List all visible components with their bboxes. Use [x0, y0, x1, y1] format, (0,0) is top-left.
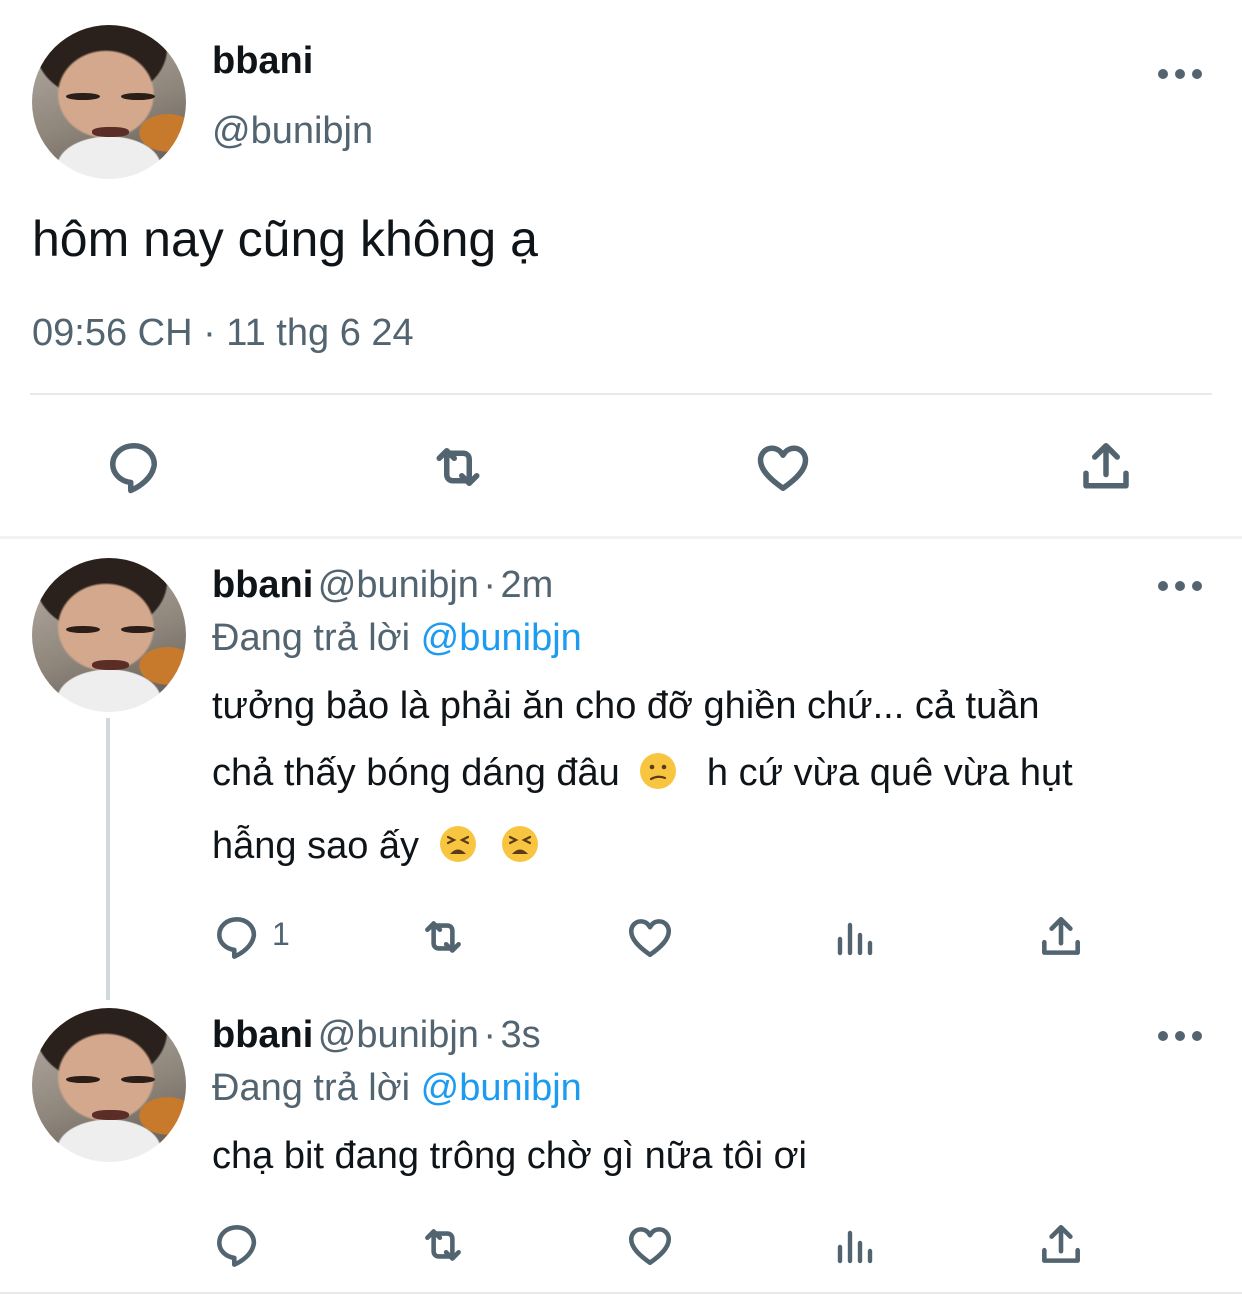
timestamp[interactable]: 09:56 CH · 11 thg 6 24 [32, 312, 414, 355]
reply-header: bbani @bunibjn · 3s [212, 1014, 541, 1057]
text-line: tưởng bảo là phải ăn cho đỡ ghiền chứ...… [212, 685, 1040, 727]
tired-face-icon [500, 819, 540, 886]
like-icon[interactable] [624, 912, 676, 962]
display-name[interactable]: bbani [212, 40, 313, 83]
reply-text: tưởng bảo là phải ăn cho đỡ ghiền chứ...… [212, 673, 1212, 886]
display-name[interactable]: bbani [212, 1014, 313, 1056]
divider [0, 536, 1242, 539]
text-line: chả thấy bóng dáng đâu h cứ vừa quê vừa … [212, 740, 1212, 813]
reply-icon[interactable] [104, 437, 164, 497]
analytics-icon[interactable] [832, 912, 880, 962]
reply-icon[interactable] [212, 912, 262, 962]
more-options-icon[interactable] [1158, 1030, 1202, 1042]
replying-to: Đang trả lời @bunibjn [212, 617, 582, 660]
separator: · [483, 1014, 497, 1056]
share-icon[interactable] [1036, 912, 1086, 962]
more-options-icon[interactable] [1158, 580, 1202, 592]
retweet-icon[interactable] [426, 437, 490, 497]
analytics-icon[interactable] [832, 1220, 880, 1270]
more-options-icon[interactable] [1158, 68, 1202, 80]
replying-to: Đang trả lời @bunibjn [212, 1067, 582, 1110]
handle[interactable]: @bunibjn [318, 1014, 479, 1056]
like-icon[interactable] [624, 1220, 676, 1270]
separator: · [483, 564, 497, 606]
text-line: hẫng sao ấy [212, 813, 1212, 886]
tired-face-icon [438, 819, 478, 886]
avatar[interactable] [32, 25, 186, 179]
divider [0, 1292, 1242, 1294]
relative-time[interactable]: 2m [500, 564, 553, 606]
confused-face-icon [638, 746, 678, 813]
mention-link[interactable]: @bunibjn [421, 1067, 582, 1109]
divider [30, 393, 1212, 395]
retweet-icon[interactable] [416, 1220, 470, 1270]
retweet-icon[interactable] [416, 912, 470, 962]
main-tweet: bbani @bunibjn hôm nay cũng không ạ 09:5… [0, 0, 1242, 539]
handle[interactable]: @bunibjn [318, 564, 479, 606]
avatar[interactable] [32, 558, 186, 712]
handle[interactable]: @bunibjn [212, 110, 373, 153]
thread-line [106, 718, 110, 1000]
reply-icon[interactable] [212, 1220, 262, 1270]
like-icon[interactable] [752, 437, 814, 497]
share-icon[interactable] [1036, 1220, 1086, 1270]
reply-text: chạ bit đang trông chờ gì nữa tôi ơi [212, 1135, 807, 1177]
reply-tweet[interactable]: bbani @bunibjn · 2m Đang trả lời @bunibj… [0, 540, 1242, 1000]
share-icon[interactable] [1076, 437, 1136, 497]
relative-time[interactable]: 3s [500, 1014, 540, 1056]
reply-tweet[interactable]: bbani @bunibjn · 3s Đang trả lời @bunibj… [0, 990, 1242, 1296]
reply-header: bbani @bunibjn · 2m [212, 564, 553, 607]
tweet-text: hôm nay cũng không ạ [32, 211, 538, 267]
reply-count: 1 [272, 916, 290, 952]
mention-link[interactable]: @bunibjn [421, 617, 582, 659]
display-name[interactable]: bbani [212, 564, 313, 606]
avatar[interactable] [32, 1008, 186, 1162]
replying-label: Đang trả lời [212, 617, 411, 659]
replying-label: Đang trả lời [212, 1067, 411, 1109]
